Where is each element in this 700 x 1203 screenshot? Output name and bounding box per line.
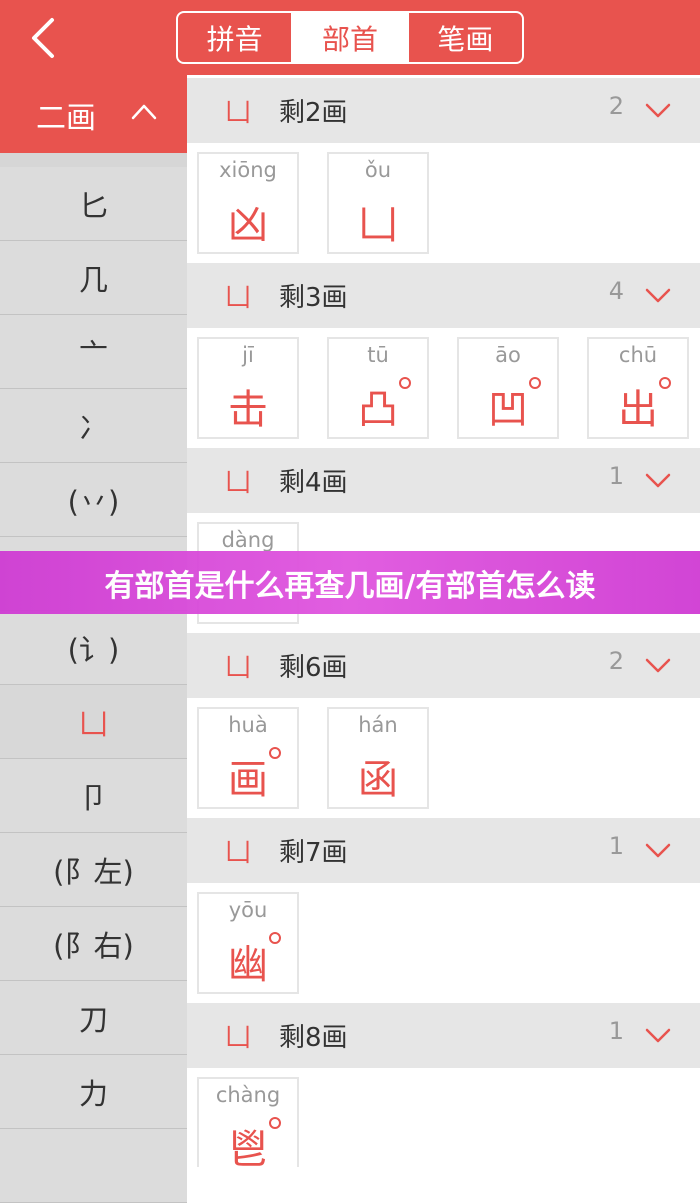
- variant-dot-icon: [659, 377, 671, 389]
- pinyin: chū: [618, 343, 658, 367]
- chevron-down-icon: [645, 103, 671, 118]
- character: 凵: [358, 202, 398, 248]
- pinyin: yōu: [228, 898, 268, 922]
- pinyin: āo: [495, 343, 521, 367]
- pinyin: tū: [367, 343, 389, 367]
- chevron-down-icon: [645, 843, 671, 858]
- group-radical: 凵: [225, 98, 252, 128]
- chevron-up-icon: [131, 104, 157, 120]
- stroke-count-label: 二画: [36, 101, 96, 136]
- group-count: 2: [608, 92, 624, 120]
- stroke-group-header[interactable]: 凵 剩3画 4: [187, 263, 700, 328]
- group-radical: 凵: [225, 283, 252, 313]
- character-card[interactable]: chàng 鬯: [197, 1077, 299, 1167]
- character-card[interactable]: āo 凹: [457, 337, 559, 439]
- group-count: 4: [608, 277, 624, 305]
- banner-text: 有部首是什么再查几画/有部首怎么读: [104, 568, 596, 604]
- character-card[interactable]: hán 函: [327, 707, 429, 809]
- group-label: 剩2画: [279, 98, 348, 128]
- character: 画: [228, 757, 268, 803]
- stroke-group-header[interactable]: 凵 剩2画 2: [187, 78, 700, 143]
- pinyin: ǒu: [364, 158, 392, 182]
- article-title-banner: 有部首是什么再查几画/有部首怎么读: [0, 551, 700, 614]
- pinyin: hán: [358, 713, 398, 737]
- tab-pinyin[interactable]: 拼音: [178, 13, 291, 62]
- radical-item[interactable]: 亠: [0, 315, 187, 389]
- group-count: 2: [608, 647, 624, 675]
- stroke-count-selector[interactable]: 二画: [0, 75, 187, 153]
- pinyin: chàng: [215, 1083, 281, 1107]
- chevron-down-icon: [645, 658, 671, 673]
- character-list: 凵 剩2画 2 xiōng 凶 ǒu 凵 凵 剩3画 4 jī 击 tū 凸 ā…: [187, 75, 700, 1167]
- radical-item[interactable]: 几: [0, 241, 187, 315]
- group-count: 1: [608, 462, 624, 490]
- group-count: 1: [608, 1017, 624, 1045]
- radical-sidebar: 二画 匕 几 亠 冫 (丷) (讠) 凵 卩 (阝左) (阝右) 刀 力: [0, 75, 187, 1203]
- character: 击: [228, 387, 268, 433]
- character: 凶: [228, 202, 268, 248]
- back-button[interactable]: [24, 14, 64, 62]
- stroke-group-header[interactable]: 凵 剩4画 1: [187, 448, 700, 513]
- character-card[interactable]: chū 出: [587, 337, 689, 439]
- radical-item[interactable]: 刀: [0, 981, 187, 1055]
- character: 鬯: [228, 1127, 268, 1167]
- radical-item[interactable]: (阝左): [0, 833, 187, 907]
- group-radical: 凵: [225, 838, 252, 868]
- chevron-down-icon: [645, 1028, 671, 1043]
- chevron-down-icon: [645, 473, 671, 488]
- character: 凸: [358, 387, 398, 433]
- radical-list: 匕 几 亠 冫 (丷) (讠) 凵 卩 (阝左) (阝右) 刀 力: [0, 167, 187, 1203]
- variant-dot-icon: [269, 1117, 281, 1129]
- character: 凹: [488, 387, 528, 433]
- character-card[interactable]: yōu 幽: [197, 892, 299, 994]
- character: 幽: [228, 942, 268, 988]
- group-label: 剩3画: [279, 283, 348, 313]
- pinyin: huà: [228, 713, 268, 737]
- group-label: 剩4画: [279, 468, 348, 498]
- chevron-left-icon: [32, 18, 54, 58]
- stroke-group-header[interactable]: 凵 剩7画 1: [187, 818, 700, 883]
- radical-item[interactable]: 卩: [0, 759, 187, 833]
- character: 出: [618, 387, 658, 433]
- character-card[interactable]: ǒu 凵: [327, 152, 429, 254]
- tab-strokes[interactable]: 笔画: [406, 13, 522, 62]
- group-radical: 凵: [225, 468, 252, 498]
- variant-dot-icon: [529, 377, 541, 389]
- character-card[interactable]: huà 画: [197, 707, 299, 809]
- group-radical: 凵: [225, 1023, 252, 1053]
- pinyin: xiōng: [219, 158, 277, 182]
- variant-dot-icon: [399, 377, 411, 389]
- pinyin: jī: [242, 343, 254, 367]
- radical-item[interactable]: [0, 1129, 187, 1203]
- variant-dot-icon: [269, 747, 281, 759]
- radical-item[interactable]: (讠): [0, 611, 187, 685]
- character-card[interactable]: tū 凸: [327, 337, 429, 439]
- group-radical: 凵: [225, 653, 252, 683]
- radical-item-active[interactable]: 凵: [0, 685, 187, 759]
- stroke-group-header[interactable]: 凵 剩6画 2: [187, 633, 700, 698]
- radical-item[interactable]: 匕: [0, 167, 187, 241]
- stroke-group-header[interactable]: 凵 剩8画 1: [187, 1003, 700, 1068]
- pinyin: dàng: [221, 528, 275, 552]
- radical-item[interactable]: 力: [0, 1055, 187, 1129]
- character-card[interactable]: xiōng 凶: [197, 152, 299, 254]
- radical-item[interactable]: (阝右): [0, 907, 187, 981]
- group-label: 剩6画: [279, 653, 348, 683]
- character: 函: [358, 757, 398, 803]
- character-card[interactable]: jī 击: [197, 337, 299, 439]
- radical-item[interactable]: 冫: [0, 389, 187, 463]
- group-label: 剩7画: [279, 838, 348, 868]
- chevron-down-icon: [645, 288, 671, 303]
- variant-dot-icon: [269, 932, 281, 944]
- tab-radical[interactable]: 部首: [291, 13, 407, 62]
- group-count: 1: [608, 832, 624, 860]
- lookup-mode-tabs: 拼音 部首 笔画: [176, 11, 524, 64]
- app-header: 拼音 部首 笔画: [0, 0, 700, 75]
- group-label: 剩8画: [279, 1023, 348, 1053]
- radical-item[interactable]: (丷): [0, 463, 187, 537]
